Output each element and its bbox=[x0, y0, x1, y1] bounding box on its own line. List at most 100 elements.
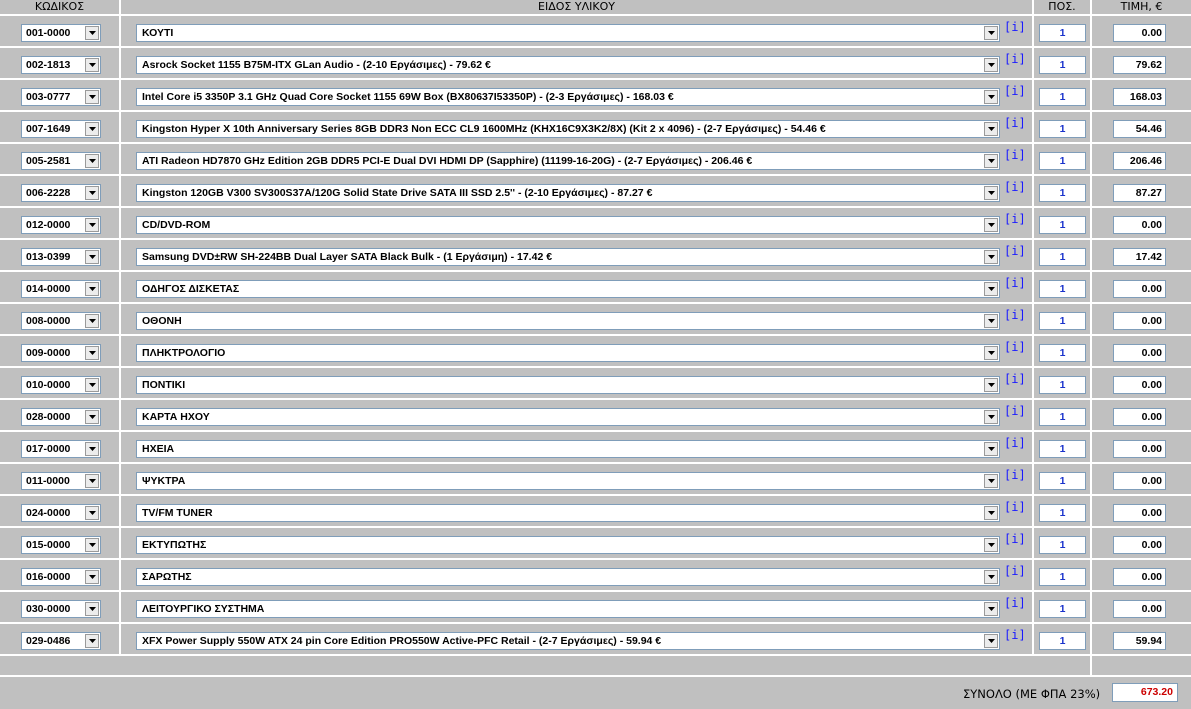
code-select[interactable]: 005-2581 bbox=[21, 152, 101, 170]
info-icon[interactable]: [i] bbox=[1004, 597, 1026, 610]
quantity-field[interactable]: 1 bbox=[1039, 344, 1086, 362]
chevron-down-icon[interactable] bbox=[984, 602, 998, 616]
quantity-field[interactable]: 1 bbox=[1039, 472, 1086, 490]
chevron-down-icon[interactable] bbox=[984, 282, 998, 296]
code-select[interactable]: 011-0000 bbox=[21, 472, 101, 490]
chevron-down-icon[interactable] bbox=[984, 186, 998, 200]
item-select[interactable]: Kingston 120GB V300 SV300S37A/120G Solid… bbox=[136, 184, 1000, 202]
info-icon[interactable]: [i] bbox=[1004, 469, 1026, 482]
chevron-down-icon[interactable] bbox=[85, 154, 99, 168]
chevron-down-icon[interactable] bbox=[85, 218, 99, 232]
info-icon[interactable]: [i] bbox=[1004, 373, 1026, 386]
item-select[interactable]: ΠΟΝΤΙΚΙ bbox=[136, 376, 1000, 394]
info-icon[interactable]: [i] bbox=[1004, 533, 1026, 546]
item-select[interactable]: ΣΑΡΩΤΗΣ bbox=[136, 568, 1000, 586]
chevron-down-icon[interactable] bbox=[85, 538, 99, 552]
code-select[interactable]: 013-0399 bbox=[21, 248, 101, 266]
info-icon[interactable]: [i] bbox=[1004, 181, 1026, 194]
code-select[interactable]: 024-0000 bbox=[21, 504, 101, 522]
chevron-down-icon[interactable] bbox=[984, 506, 998, 520]
chevron-down-icon[interactable] bbox=[984, 218, 998, 232]
info-icon[interactable]: [i] bbox=[1004, 149, 1026, 162]
chevron-down-icon[interactable] bbox=[85, 378, 99, 392]
chevron-down-icon[interactable] bbox=[984, 346, 998, 360]
code-select[interactable]: 009-0000 bbox=[21, 344, 101, 362]
quantity-field[interactable]: 1 bbox=[1039, 88, 1086, 106]
item-select[interactable]: ΛΕΙΤΟΥΡΓΙΚΟ ΣΥΣΤΗΜΑ bbox=[136, 600, 1000, 618]
quantity-field[interactable]: 1 bbox=[1039, 120, 1086, 138]
chevron-down-icon[interactable] bbox=[85, 282, 99, 296]
chevron-down-icon[interactable] bbox=[85, 186, 99, 200]
chevron-down-icon[interactable] bbox=[85, 506, 99, 520]
item-select[interactable]: ΗΧΕΙΑ bbox=[136, 440, 1000, 458]
code-select[interactable]: 002-1813 bbox=[21, 56, 101, 74]
item-select[interactable]: ΚΟΥΤΙ bbox=[136, 24, 1000, 42]
code-select[interactable]: 006-2228 bbox=[21, 184, 101, 202]
info-icon[interactable]: [i] bbox=[1004, 213, 1026, 226]
item-select[interactable]: ATI Radeon HD7870 GHz Edition 2GB DDR5 P… bbox=[136, 152, 1000, 170]
code-select[interactable]: 030-0000 bbox=[21, 600, 101, 618]
chevron-down-icon[interactable] bbox=[984, 314, 998, 328]
quantity-field[interactable]: 1 bbox=[1039, 248, 1086, 266]
chevron-down-icon[interactable] bbox=[85, 634, 99, 648]
chevron-down-icon[interactable] bbox=[85, 410, 99, 424]
chevron-down-icon[interactable] bbox=[85, 346, 99, 360]
chevron-down-icon[interactable] bbox=[984, 634, 998, 648]
code-select[interactable]: 015-0000 bbox=[21, 536, 101, 554]
chevron-down-icon[interactable] bbox=[984, 378, 998, 392]
chevron-down-icon[interactable] bbox=[984, 90, 998, 104]
quantity-field[interactable]: 1 bbox=[1039, 568, 1086, 586]
chevron-down-icon[interactable] bbox=[85, 58, 99, 72]
chevron-down-icon[interactable] bbox=[85, 314, 99, 328]
chevron-down-icon[interactable] bbox=[85, 570, 99, 584]
chevron-down-icon[interactable] bbox=[984, 250, 998, 264]
chevron-down-icon[interactable] bbox=[984, 474, 998, 488]
item-select[interactable]: XFX Power Supply 550W ATX 24 pin Core Ed… bbox=[136, 632, 1000, 650]
info-icon[interactable]: [i] bbox=[1004, 437, 1026, 450]
info-icon[interactable]: [i] bbox=[1004, 21, 1026, 34]
chevron-down-icon[interactable] bbox=[984, 570, 998, 584]
chevron-down-icon[interactable] bbox=[984, 410, 998, 424]
chevron-down-icon[interactable] bbox=[85, 90, 99, 104]
info-icon[interactable]: [i] bbox=[1004, 341, 1026, 354]
info-icon[interactable]: [i] bbox=[1004, 117, 1026, 130]
info-icon[interactable]: [i] bbox=[1004, 85, 1026, 98]
chevron-down-icon[interactable] bbox=[984, 442, 998, 456]
item-select[interactable]: ΕΚΤΥΠΩΤΗΣ bbox=[136, 536, 1000, 554]
quantity-field[interactable]: 1 bbox=[1039, 312, 1086, 330]
item-select[interactable]: ΚΑΡΤΑ ΗΧΟΥ bbox=[136, 408, 1000, 426]
item-select[interactable]: Kingston Hyper X 10th Anniversary Series… bbox=[136, 120, 1000, 138]
quantity-field[interactable]: 1 bbox=[1039, 632, 1086, 650]
item-select[interactable]: Asrock Socket 1155 B75M-ITX GLan Audio -… bbox=[136, 56, 1000, 74]
quantity-field[interactable]: 1 bbox=[1039, 24, 1086, 42]
code-select[interactable]: 001-0000 bbox=[21, 24, 101, 42]
info-icon[interactable]: [i] bbox=[1004, 565, 1026, 578]
item-select[interactable]: Samsung DVD±RW SH-224BB Dual Layer SATA … bbox=[136, 248, 1000, 266]
info-icon[interactable]: [i] bbox=[1004, 405, 1026, 418]
quantity-field[interactable]: 1 bbox=[1039, 600, 1086, 618]
chevron-down-icon[interactable] bbox=[85, 602, 99, 616]
code-select[interactable]: 010-0000 bbox=[21, 376, 101, 394]
code-select[interactable]: 007-1649 bbox=[21, 120, 101, 138]
code-select[interactable]: 003-0777 bbox=[21, 88, 101, 106]
chevron-down-icon[interactable] bbox=[984, 154, 998, 168]
item-select[interactable]: ΟΘΟΝΗ bbox=[136, 312, 1000, 330]
item-select[interactable]: CD/DVD-ROM bbox=[136, 216, 1000, 234]
info-icon[interactable]: [i] bbox=[1004, 309, 1026, 322]
quantity-field[interactable]: 1 bbox=[1039, 536, 1086, 554]
item-select[interactable]: Intel Core i5 3350P 3.1 GHz Quad Core So… bbox=[136, 88, 1000, 106]
quantity-field[interactable]: 1 bbox=[1039, 152, 1086, 170]
quantity-field[interactable]: 1 bbox=[1039, 184, 1086, 202]
quantity-field[interactable]: 1 bbox=[1039, 408, 1086, 426]
chevron-down-icon[interactable] bbox=[984, 26, 998, 40]
quantity-field[interactable]: 1 bbox=[1039, 280, 1086, 298]
chevron-down-icon[interactable] bbox=[85, 442, 99, 456]
info-icon[interactable]: [i] bbox=[1004, 629, 1026, 642]
code-select[interactable]: 028-0000 bbox=[21, 408, 101, 426]
item-select[interactable]: ΨΥΚΤΡΑ bbox=[136, 472, 1000, 490]
quantity-field[interactable]: 1 bbox=[1039, 56, 1086, 74]
quantity-field[interactable]: 1 bbox=[1039, 440, 1086, 458]
item-select[interactable]: ΠΛΗΚΤΡΟΛΟΓΙΟ bbox=[136, 344, 1000, 362]
code-select[interactable]: 014-0000 bbox=[21, 280, 101, 298]
info-icon[interactable]: [i] bbox=[1004, 501, 1026, 514]
